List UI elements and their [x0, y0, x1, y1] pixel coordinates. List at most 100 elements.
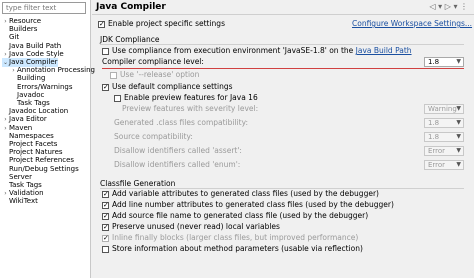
tree-item-label: Java Build Path — [9, 41, 62, 50]
generated-compat-label: Generated .class files compatibility: — [114, 118, 249, 127]
cf-preserve-checkbox[interactable] — [102, 222, 109, 232]
page-title: Java Compiler — [96, 2, 166, 12]
cf-source-row[interactable]: Add source file name to generated class … — [102, 211, 368, 221]
tree-item-label: Building — [17, 74, 46, 83]
cf-params-label: Store information about method parameter… — [112, 244, 363, 253]
tree-item-label: Task Tags — [9, 181, 42, 189]
tree-item-label: Validation — [9, 189, 44, 198]
cf-preserve-row[interactable]: Preserve unused (never read) local varia… — [102, 222, 280, 232]
source-compat-label: Source compatibility: — [114, 132, 193, 141]
tree-item-label: Run/Debug Settings — [9, 164, 79, 173]
compliance-level-label: Compiler compliance level: — [102, 57, 204, 66]
chevron-down-icon: ▼ — [456, 133, 461, 140]
compliance-level-value: 1.8 — [428, 58, 440, 66]
preview-features-row[interactable]: Enable preview features for Java 16 — [114, 93, 258, 103]
tree-item-label: Annotation Processing — [17, 66, 95, 75]
cf-lines-row[interactable]: Add line number attributes to generated … — [102, 200, 394, 210]
tree-item-label: Task Tags — [17, 99, 50, 107]
jdk-group-line — [100, 44, 464, 45]
classfile-generation-title: Classfile Generation — [100, 179, 176, 188]
dropdown-icon-2[interactable]: ▾ — [453, 2, 457, 11]
assert-value: Error — [428, 147, 446, 155]
enable-project-checkbox[interactable] — [98, 19, 105, 29]
preview-severity-value: Warning — [428, 105, 457, 113]
cf-vars-row[interactable]: Add variable attributes to generated cla… — [102, 189, 379, 199]
tree-item-label: Errors/Warnings — [17, 82, 73, 91]
release-option-row[interactable]: Use '--release' option — [110, 70, 199, 80]
cf-inline-checkbox[interactable] — [102, 233, 109, 243]
preview-features-checkbox[interactable] — [114, 94, 121, 102]
chevron-down-icon[interactable]: ⌄ — [2, 58, 9, 67]
jdk-compliance-title: JDK Compliance — [100, 35, 160, 44]
tree-item-label: Maven — [9, 123, 33, 132]
enum-select[interactable]: Error ▼ — [424, 160, 464, 170]
tree-item-label: Resource — [9, 17, 42, 25]
cf-params-checkbox[interactable] — [102, 245, 109, 253]
preview-features-label: Enable preview features for Java 16 — [124, 93, 258, 102]
tree-item-label: Java Code Style — [9, 49, 64, 58]
release-option-checkbox[interactable] — [110, 71, 117, 79]
back-arrow-icon[interactable]: ◁ — [429, 2, 435, 11]
tree-item-label: Project Facets — [9, 140, 58, 148]
tree-item[interactable]: WikiText — [2, 197, 38, 206]
preferences-sidebar: ›ResourceBuildersGitJava Build Path›Java… — [0, 0, 95, 278]
chevron-down-icon: ▼ — [456, 58, 461, 65]
cf-source-label: Add source file name to generated class … — [112, 211, 369, 220]
tree-item-label: Git — [9, 33, 20, 42]
compliance-level-select[interactable]: 1.8 ▼ — [424, 57, 464, 67]
assert-select[interactable]: Error ▼ — [424, 146, 464, 156]
use-compliance-checkbox[interactable] — [102, 47, 109, 55]
enable-project-row[interactable]: Enable project specific settings — [98, 19, 225, 29]
preview-severity-label: Preview features with severity level: — [122, 104, 259, 113]
nav-arrows: ◁ ▾ ▷ ▾ ⋮ — [429, 2, 468, 11]
java-build-path-link[interactable]: Java Build Path — [356, 46, 412, 55]
cf-params-row[interactable]: Store information about method parameter… — [102, 244, 363, 254]
generated-compat-select[interactable]: 1.8 ▼ — [424, 118, 464, 128]
assert-label: Disallow identifiers called 'assert': — [114, 146, 242, 155]
cf-lines-checkbox[interactable] — [102, 200, 109, 210]
source-compat-select[interactable]: 1.8 ▼ — [424, 132, 464, 142]
chevron-down-icon: ▼ — [456, 161, 461, 168]
chevron-down-icon: ▼ — [456, 119, 461, 126]
tree-item-label: Java Compiler — [9, 58, 58, 66]
preview-severity-select[interactable]: Warning ▼ — [424, 104, 464, 114]
cf-lines-label: Add line number attributes to generated … — [112, 200, 394, 209]
chevron-down-icon: ▼ — [456, 147, 461, 154]
source-compat-value: 1.8 — [428, 133, 440, 141]
java-compiler-page: Java Compiler ◁ ▾ ▷ ▾ ⋮ Enable project s… — [92, 0, 474, 278]
enum-value: Error — [428, 161, 446, 169]
enable-project-label: Enable project specific settings — [108, 19, 225, 28]
use-compliance-label: Use compliance from execution environmen… — [112, 46, 356, 55]
header-separator — [92, 14, 474, 15]
filter-input[interactable] — [3, 3, 84, 13]
use-default-label: Use default compliance settings — [112, 82, 233, 91]
cf-source-checkbox[interactable] — [102, 211, 109, 221]
forward-arrow-icon[interactable]: ▷ — [445, 2, 451, 11]
tree-item-label: Project Natures — [9, 148, 63, 157]
use-default-checkbox[interactable] — [102, 82, 109, 92]
tree-item-label: Server — [9, 172, 32, 181]
release-option-label: Use '--release' option — [120, 70, 200, 79]
tree-item-label: Project References — [9, 156, 75, 165]
cf-inline-label: Inline finally blocks (larger class file… — [112, 233, 359, 242]
filter-field[interactable] — [2, 2, 86, 14]
chevron-down-icon: ▼ — [456, 105, 461, 112]
cf-inline-row[interactable]: Inline finally blocks (larger class file… — [102, 233, 358, 243]
use-compliance-row[interactable]: Use compliance from execution environmen… — [102, 46, 412, 56]
tree-item-label: Javadoc Location — [9, 107, 69, 116]
dropdown-icon[interactable]: ▾ — [438, 2, 442, 11]
tree-item-label: Builders — [9, 25, 38, 34]
menu-icon[interactable]: ⋮ — [460, 2, 468, 11]
highlight-underline — [102, 68, 464, 69]
tree-item-label: WikiText — [9, 197, 38, 206]
configure-workspace-link[interactable]: Configure Workspace Settings... — [352, 19, 472, 29]
tree-item-label: Javadoc — [17, 90, 45, 99]
cf-vars-label: Add variable attributes to generated cla… — [112, 189, 379, 198]
generated-compat-value: 1.8 — [428, 119, 440, 127]
cf-vars-checkbox[interactable] — [102, 189, 109, 199]
cf-preserve-label: Preserve unused (never read) local varia… — [112, 222, 280, 231]
tree-item-label: Java Editor — [9, 115, 47, 124]
tree-item-label: Namespaces — [9, 131, 54, 140]
use-default-row[interactable]: Use default compliance settings — [102, 82, 233, 92]
enum-label: Disallow identifiers called 'enum': — [114, 160, 241, 169]
